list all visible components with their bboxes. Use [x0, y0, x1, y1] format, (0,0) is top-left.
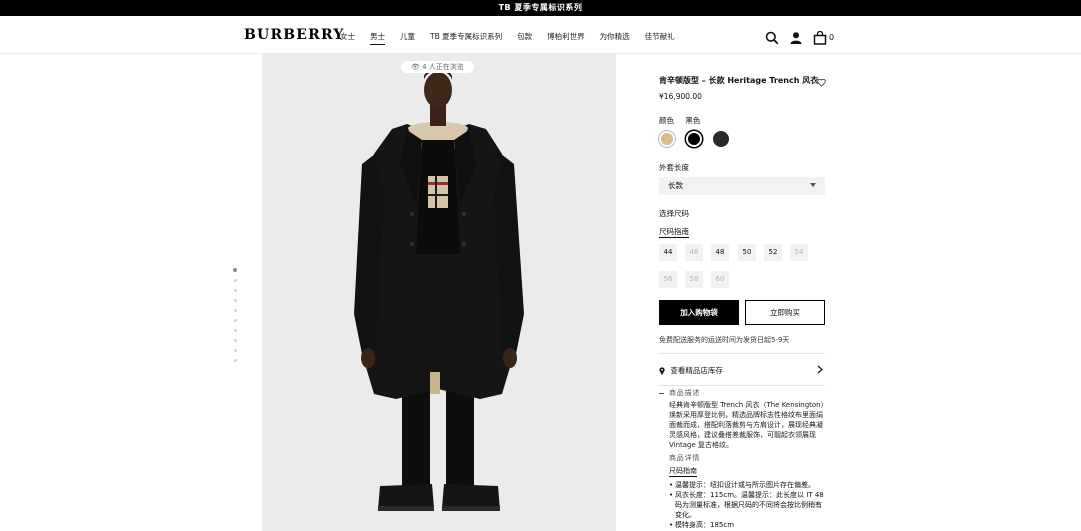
thumbnail-dot[interactable] [234, 359, 237, 362]
size-option[interactable]: 56 [659, 271, 677, 288]
thumbnail-dot[interactable] [234, 279, 237, 282]
details-heading: 商品详情 [659, 453, 825, 463]
minus-icon [659, 393, 664, 394]
size-guide-link[interactable]: 尺码指南 [659, 226, 689, 238]
model-trench-coat-image [262, 54, 616, 531]
size-option[interactable]: 50 [738, 244, 756, 261]
thumbnail-dot[interactable] [234, 319, 237, 322]
nav-item-women[interactable]: 女士 [340, 31, 355, 45]
product-price: ¥16,900.00 [659, 92, 702, 101]
location-pin-icon [659, 367, 665, 375]
add-to-bag-button[interactable]: 加入购物袋 [659, 300, 739, 325]
product-title: 肯辛顿版型 – 长款 Heritage Trench 风衣 [659, 76, 819, 85]
thumbnail-dot[interactable] [234, 339, 237, 342]
size-option[interactable]: 54 [790, 244, 808, 261]
size-option[interactable]: 52 [764, 244, 782, 261]
size-option[interactable]: 58 [685, 271, 703, 288]
list-item: 模特身高：185cm [669, 520, 825, 530]
product-description: 商品描述 经典肯辛顿版型 Trench 风衣（The Kensington）焕新… [659, 388, 825, 530]
color-value: 黑色 [685, 116, 701, 125]
thumbnail-dot[interactable] [234, 309, 237, 312]
account-icon[interactable] [789, 31, 803, 45]
shipping-info: 免费配送服务的运送时间为发货日起5-9天 [659, 336, 790, 344]
color-label-text: 颜色 [659, 116, 674, 125]
color-swatch-black[interactable] [686, 131, 702, 147]
eye-icon: 👁 [411, 63, 420, 71]
size-option[interactable]: 44 [659, 244, 677, 261]
nav-item-world[interactable]: 博柏利世界 [547, 31, 585, 45]
size-option[interactable]: 48 [711, 244, 729, 261]
bag-icon[interactable] [813, 31, 827, 45]
thumbnail-dot[interactable] [234, 289, 237, 292]
product-image[interactable]: 👁 4 人正在浏览 [262, 54, 616, 531]
size-option[interactable]: 46 [685, 244, 703, 261]
details-list: 温馨提示：纽扣设计或与所示图片存在偏差。 风衣长度：115cm。温馨提示：此长度… [659, 480, 825, 530]
thumbnail-dot[interactable] [234, 329, 237, 332]
promo-banner[interactable]: TB 夏季专属标识系列 [0, 0, 1081, 16]
coat-length-value: 长款 [668, 181, 683, 190]
chevron-down-icon [810, 183, 816, 187]
thumbnail-dot[interactable] [234, 299, 237, 302]
thumbnail-nav [233, 268, 239, 369]
size-option[interactable]: 60 [711, 271, 729, 288]
heart-icon[interactable] [817, 78, 826, 87]
divider [659, 353, 825, 354]
brand-logo[interactable]: BURBERRY [244, 27, 345, 43]
nav-item-children[interactable]: 儿童 [400, 31, 415, 45]
nav-item-men[interactable]: 男士 [370, 31, 385, 45]
main-nav: 女士 男士 儿童 TB 夏季专属标识系列 包款 博柏利世界 为你精选 佳节献礼 [340, 31, 690, 45]
list-item: 温馨提示：纽扣设计或与所示图片存在偏差。 [669, 480, 825, 490]
select-size-label: 选择尺码 [659, 209, 689, 218]
thumbnail-dot[interactable] [233, 268, 237, 272]
divider [659, 385, 825, 386]
viewer-count-badge: 👁 4 人正在浏览 [401, 61, 474, 73]
coat-length-label: 外套长度 [659, 163, 689, 172]
cart-count[interactable]: 0 [829, 33, 834, 42]
color-label: 颜色 黑色 [659, 115, 700, 126]
description-heading: 商品描述 [669, 389, 701, 397]
buy-now-button[interactable]: 立即购买 [745, 300, 825, 325]
color-swatch-honey[interactable] [659, 131, 675, 147]
nav-item-picks[interactable]: 为你精选 [600, 31, 630, 45]
store-stock-link[interactable]: 查看精品店库存 [659, 365, 825, 376]
description-text: 经典肯辛顿版型 Trench 风衣（The Kensington）焕新采用厚登比… [669, 401, 825, 449]
viewer-count-text: 4 人正在浏览 [422, 63, 464, 71]
search-icon[interactable] [765, 31, 779, 45]
description-toggle[interactable]: 商品描述 [659, 388, 825, 398]
coat-length-select[interactable]: 长款 [659, 177, 825, 195]
size-guide-link-secondary[interactable]: 尺码指南 [669, 466, 697, 477]
nav-item-bags[interactable]: 包款 [517, 31, 532, 45]
thumbnail-dot[interactable] [234, 349, 237, 352]
store-stock-text: 查看精品店库存 [670, 366, 723, 375]
color-swatch-midnight[interactable] [713, 131, 729, 147]
list-item: 风衣长度：115cm。温馨提示：此长度以 IT 48 码为测量标准，根据尺码的不… [669, 490, 825, 520]
site-header: BURBERRY 女士 男士 儿童 TB 夏季专属标识系列 包款 博柏利世界 为… [0, 16, 1081, 54]
nav-item-gifts[interactable]: 佳节献礼 [645, 31, 675, 45]
chevron-right-icon [817, 365, 823, 374]
nav-item-tb-summer[interactable]: TB 夏季专属标识系列 [430, 31, 502, 45]
details-heading-text: 商品详情 [669, 454, 701, 462]
